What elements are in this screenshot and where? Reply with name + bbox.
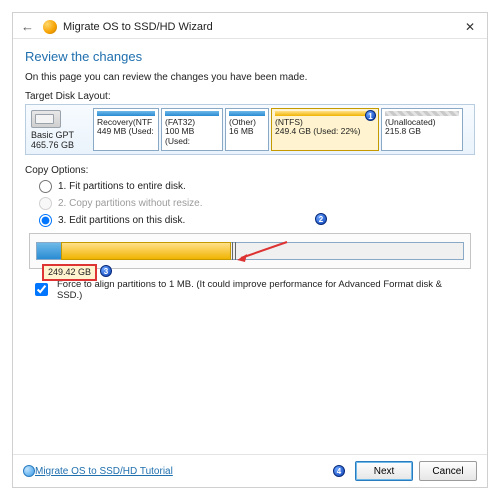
callout-badge-2: 2 xyxy=(315,213,327,225)
option-noresize-label: 2. Copy partitions without resize. xyxy=(58,198,203,209)
page-heading: Review the changes xyxy=(25,49,475,64)
partition-other[interactable]: (Other) 16 MB xyxy=(225,108,269,151)
partition-sub: 100 MB (Used: xyxy=(165,127,219,146)
callout-badge-3: 3 xyxy=(100,265,112,277)
target-disk-label: Target Disk Layout: xyxy=(25,91,475,102)
copy-options: Copy Options: 1. Fit partitions to entir… xyxy=(25,165,475,301)
size-value: 249.42 GB xyxy=(48,267,91,277)
disk-info: Basic GPT 465.76 GB xyxy=(29,108,91,151)
page-description: On this page you can review the changes … xyxy=(25,72,475,83)
app-icon xyxy=(43,20,57,34)
copy-options-label: Copy Options: xyxy=(25,165,475,176)
option-noresize: 2. Copy partitions without resize. xyxy=(25,195,475,212)
info-icon xyxy=(23,465,35,477)
next-button[interactable]: Next xyxy=(355,461,413,481)
disk-size: 465.76 GB xyxy=(31,140,89,150)
disk-icon xyxy=(31,110,61,128)
option-edit[interactable]: 3. Edit partitions on this disk. 2 xyxy=(25,212,475,229)
option-edit-label: 3. Edit partitions on this disk. xyxy=(58,215,185,226)
footer: Migrate OS to SSD/HD Tutorial 4 Next Can… xyxy=(13,454,487,487)
strip-seg-selected[interactable] xyxy=(61,242,231,260)
partition-sub: 249.4 GB (Used: 22%) xyxy=(275,127,375,136)
partition-recovery[interactable]: Recovery(NTF 449 MB (Used: xyxy=(93,108,159,151)
callout-badge-4: 4 xyxy=(333,465,345,477)
dialog-body: Review the changes On this page you can … xyxy=(13,39,487,301)
window-title: Migrate OS to SSD/HD Wizard xyxy=(63,21,213,33)
target-disk-layout: Basic GPT 465.76 GB Recovery(NTF 449 MB … xyxy=(25,104,475,155)
partition-editor: 249.42 GB 3 xyxy=(29,233,471,269)
disk-type: Basic GPT xyxy=(31,130,89,140)
cancel-button[interactable]: Cancel xyxy=(419,461,477,481)
wizard-dialog: ← Migrate OS to SSD/HD Wizard ✕ Review t… xyxy=(12,12,488,488)
option-noresize-radio xyxy=(39,197,52,210)
partition-fat32[interactable]: (FAT32) 100 MB (Used: xyxy=(161,108,223,151)
size-chip: 249.42 GB 3 xyxy=(42,264,97,281)
back-icon[interactable]: ← xyxy=(21,19,37,34)
option-edit-radio[interactable] xyxy=(39,214,52,227)
close-icon[interactable]: ✕ xyxy=(461,20,479,34)
force-align-checkbox[interactable] xyxy=(35,283,48,296)
strip-seg[interactable] xyxy=(37,243,47,259)
force-align[interactable]: Force to align partitions to 1 MB. (It c… xyxy=(31,279,469,301)
partition-sub: 16 MB xyxy=(229,127,265,136)
tutorial-link[interactable]: Migrate OS to SSD/HD Tutorial xyxy=(35,466,173,477)
strip-seg[interactable] xyxy=(47,243,55,259)
partition-sub: 449 MB (Used: xyxy=(97,127,155,136)
option-fit-radio[interactable] xyxy=(39,180,52,193)
callout-badge-1: 1 xyxy=(365,110,376,121)
arrow-icon xyxy=(235,240,290,262)
partition-ntfs[interactable]: (NTFS) 249.4 GB (Used: 22%) 1 xyxy=(271,108,379,151)
titlebar: ← Migrate OS to SSD/HD Wizard ✕ xyxy=(13,13,487,39)
option-fit-label: 1. Fit partitions to entire disk. xyxy=(58,181,186,192)
force-align-label: Force to align partitions to 1 MB. (It c… xyxy=(57,279,469,301)
partition-unallocated[interactable]: (Unallocated) 215.8 GB xyxy=(381,108,463,151)
partition-sub: 215.8 GB xyxy=(385,127,459,136)
option-fit[interactable]: 1. Fit partitions to entire disk. xyxy=(25,178,475,195)
